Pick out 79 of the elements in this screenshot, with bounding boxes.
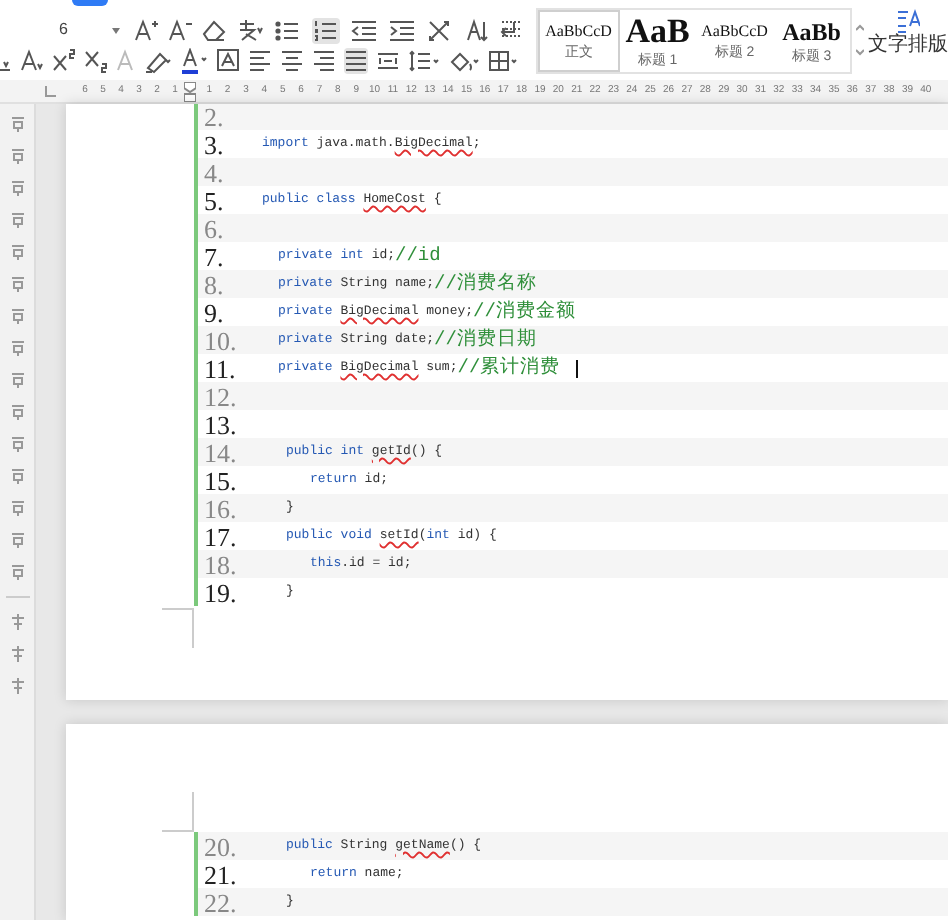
line-number: 5. xyxy=(202,187,226,213)
sidebar-tool-icon[interactable] xyxy=(11,646,23,662)
line-number: 6. xyxy=(202,215,226,241)
text-direction-icon[interactable] xyxy=(426,17,454,43)
sidebar-tool-icon[interactable] xyxy=(11,180,23,196)
line-number: 10. xyxy=(202,327,239,353)
sidebar-tool-icon[interactable] xyxy=(11,614,23,630)
phonetic-icon[interactable] xyxy=(236,17,264,43)
line-number: 16. xyxy=(202,495,239,521)
borders-icon[interactable] xyxy=(488,48,520,74)
sidebar-tool-icon[interactable] xyxy=(11,532,23,548)
sidebar-tool-icon[interactable] xyxy=(11,340,23,356)
sidebar-tool-icon[interactable] xyxy=(11,436,23,452)
line-number: 13. xyxy=(202,411,239,437)
sidebar-tool-icon[interactable] xyxy=(11,678,23,694)
distribute-icon[interactable] xyxy=(376,48,400,74)
line-number: 22. xyxy=(202,889,239,915)
text-layout-button[interactable]: 文字排版 xyxy=(868,8,948,56)
sidebar-tool-icon[interactable] xyxy=(11,212,23,228)
line-number: 3. xyxy=(202,131,226,157)
line-number: 7. xyxy=(202,243,226,269)
align-center-icon[interactable] xyxy=(280,48,304,74)
subscript-icon[interactable] xyxy=(84,48,108,74)
code-text: //消费名称 xyxy=(434,274,537,294)
line-number: 12. xyxy=(202,383,239,409)
sidebar-tool-icon[interactable] xyxy=(11,372,23,388)
margin-corner-mark xyxy=(162,792,194,832)
sidebar-tool-icon[interactable] xyxy=(11,244,23,260)
sort-icon[interactable] xyxy=(464,17,488,43)
align-left-icon[interactable] xyxy=(248,48,272,74)
sidebar-tool-icon[interactable] xyxy=(11,404,23,420)
shading-icon[interactable] xyxy=(448,48,480,74)
gallery-scroll-icon[interactable] xyxy=(856,24,864,56)
paragraph-menu-icon[interactable] xyxy=(500,16,524,42)
decrease-indent-icon[interactable] xyxy=(350,17,378,43)
line-number: 8. xyxy=(202,271,226,297)
decrease-font-icon[interactable] xyxy=(168,17,192,43)
superscript-icon[interactable] xyxy=(52,48,76,74)
sidebar-tool-icon[interactable] xyxy=(11,468,23,484)
sidebar-tool-icon[interactable] xyxy=(11,148,23,164)
bullet-list-icon[interactable] xyxy=(274,17,302,43)
align-right-icon[interactable] xyxy=(312,48,336,74)
character-border-icon[interactable] xyxy=(216,48,240,74)
increase-indent-icon[interactable] xyxy=(388,17,416,43)
code-text: //消费日期 xyxy=(434,330,537,350)
line-number: 21. xyxy=(202,861,239,887)
line-number: 18. xyxy=(202,551,239,577)
line-number: 9. xyxy=(202,299,226,325)
code-text: //id xyxy=(395,246,441,266)
line-number: 2. xyxy=(202,104,226,130)
line-number: 20. xyxy=(202,833,239,859)
line-number: 11. xyxy=(202,355,238,381)
font-effect-icon[interactable] xyxy=(20,48,44,74)
active-tab-edge[interactable] xyxy=(72,0,108,6)
eraser-icon[interactable] xyxy=(202,17,226,43)
line-number: 14. xyxy=(202,439,239,465)
sidebar-tool-icon[interactable] xyxy=(11,276,23,292)
line-number: 15. xyxy=(202,467,239,493)
sidebar-tool-icon[interactable] xyxy=(11,116,23,132)
justify-icon[interactable] xyxy=(344,48,368,74)
sidebar-tool-icon[interactable] xyxy=(11,500,23,516)
sidebar-tool-icon[interactable] xyxy=(11,308,23,324)
code-text: //累计消费 xyxy=(457,358,561,378)
code-text: //消费金额 xyxy=(473,302,576,322)
numbered-list-icon[interactable] xyxy=(312,17,340,43)
dropdown-caret-icon xyxy=(112,27,120,33)
highlighter-icon[interactable] xyxy=(144,48,172,74)
tab-stop-icon[interactable] xyxy=(44,85,56,97)
text-layout-icon xyxy=(896,8,920,34)
indent-marker-icon[interactable] xyxy=(184,81,196,101)
line-number: 4. xyxy=(202,159,226,185)
font-size-field[interactable]: 6 xyxy=(0,17,124,43)
line-number: 19. xyxy=(202,579,239,605)
margin-corner-mark xyxy=(162,608,194,648)
line-number: 17. xyxy=(202,523,239,549)
increase-font-icon[interactable] xyxy=(134,17,158,43)
line-spacing-icon[interactable] xyxy=(408,48,440,74)
sidebar-tool-icon[interactable] xyxy=(11,564,23,580)
font-color-icon[interactable] xyxy=(180,48,208,74)
